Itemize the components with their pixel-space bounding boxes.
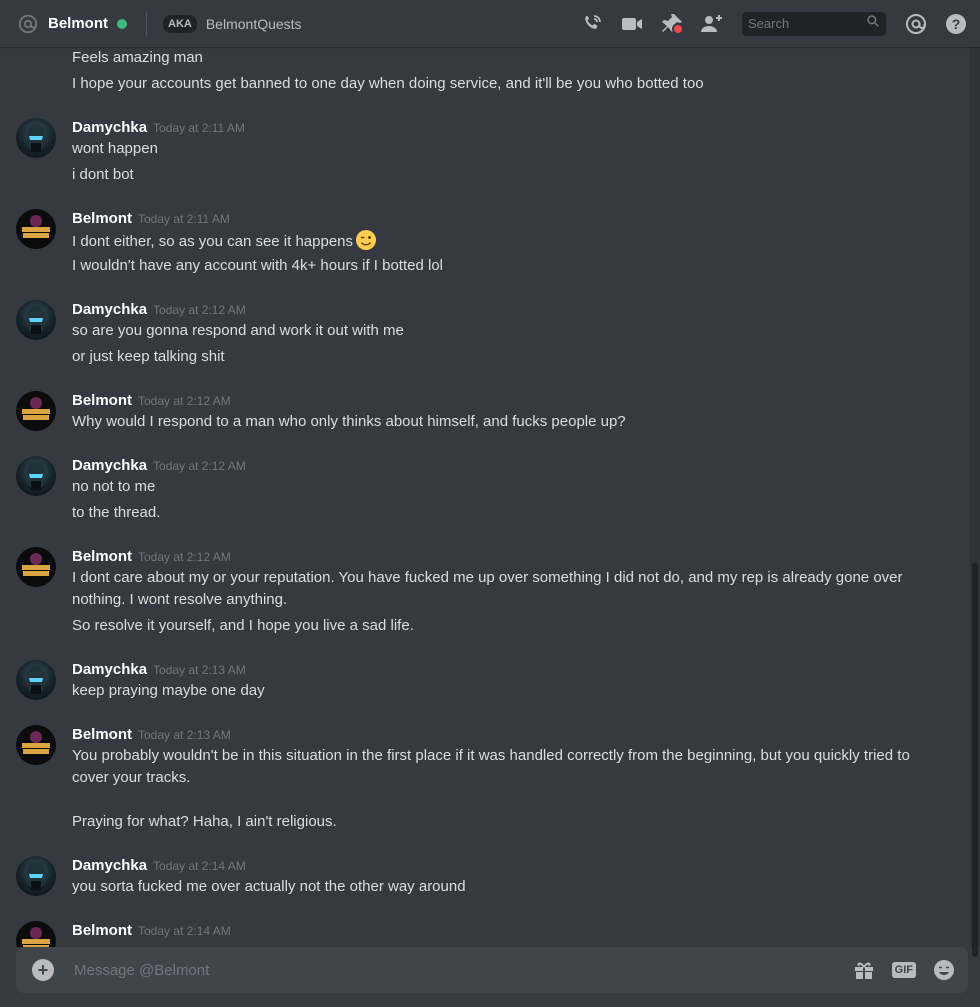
- message-content: to the thread.: [72, 504, 161, 521]
- message-content: I dont care about my or your reputation.…: [72, 569, 903, 608]
- message-content: I hope your accounts get banned to one d…: [72, 75, 704, 92]
- message-author[interactable]: Belmont Today at 2:14 AM: [72, 921, 231, 941]
- aka-name: BelmontQuests: [205, 15, 302, 32]
- at-icon: [16, 12, 40, 36]
- message-content: So resolve it yourself, and I hope you l…: [72, 617, 414, 634]
- message-author[interactable]: Belmont Today at 2:12 AM: [72, 391, 231, 411]
- author-name[interactable]: Belmont: [72, 726, 132, 743]
- search-icon: [866, 14, 880, 33]
- author-name[interactable]: Damychka: [72, 661, 147, 678]
- message-content: Praying for what? Haha, I ain't religiou…: [72, 813, 337, 830]
- author-name[interactable]: Belmont: [72, 392, 132, 409]
- gift-icon[interactable]: [852, 958, 876, 982]
- message-input[interactable]: [72, 960, 836, 980]
- message-content: I dont either, so as you can see it happ…: [72, 229, 377, 258]
- message-timestamp: Today at 2:13 AM: [153, 663, 246, 677]
- message-content: Why would I respond to a man who only th…: [72, 413, 626, 430]
- message-content: keep praying maybe one day: [72, 682, 265, 699]
- call-icon[interactable]: [580, 12, 604, 36]
- message-timestamp: Today at 2:11 AM: [138, 212, 230, 226]
- add-icon[interactable]: +: [32, 959, 54, 981]
- author-name[interactable]: Belmont: [72, 922, 132, 939]
- message-author[interactable]: Damychka Today at 2:14 AM: [72, 856, 246, 876]
- video-icon[interactable]: [620, 12, 644, 36]
- author-name[interactable]: Damychka: [72, 119, 147, 136]
- gif-icon[interactable]: GIF: [891, 962, 916, 978]
- author-name[interactable]: Damychka: [72, 301, 147, 318]
- wink-emoji-icon: [355, 229, 377, 258]
- avatar[interactable]: [16, 391, 56, 431]
- emoji-icon[interactable]: [932, 958, 956, 982]
- message-timestamp: Today at 2:14 AM: [138, 924, 231, 938]
- avatar[interactable]: [16, 456, 56, 496]
- author-name[interactable]: Damychka: [72, 457, 147, 474]
- search-box[interactable]: Search: [742, 11, 886, 36]
- svg-text:?: ?: [952, 16, 961, 32]
- message-timestamp: Today at 2:12 AM: [138, 394, 231, 408]
- message-timestamp: Today at 2:12 AM: [153, 459, 246, 473]
- avatar[interactable]: [16, 209, 56, 249]
- header-divider: [146, 11, 147, 36]
- scrollbar-thumb[interactable]: [972, 563, 978, 957]
- pin-icon[interactable]: [660, 12, 684, 36]
- message-content: Feels amazing man: [72, 49, 203, 66]
- author-name[interactable]: Belmont: [72, 548, 132, 565]
- message-content: wont happen: [72, 140, 158, 157]
- avatar[interactable]: [16, 921, 56, 947]
- message-list: Feels amazing man I hope your accounts g…: [0, 47, 968, 947]
- message-author[interactable]: Damychka Today at 2:12 AM: [72, 456, 246, 476]
- online-status-dot: [117, 18, 127, 29]
- avatar[interactable]: [16, 660, 56, 700]
- message-timestamp: Today at 2:13 AM: [138, 728, 231, 742]
- author-name[interactable]: Belmont: [72, 210, 132, 227]
- author-name[interactable]: Damychka: [72, 857, 147, 874]
- header-toolbar: Search ?: [564, 0, 968, 47]
- channel-header: Belmont AKA BelmontQuests Search ?: [0, 0, 980, 47]
- unread-pin-dot: [672, 22, 684, 35]
- add-friend-icon[interactable]: [700, 12, 724, 36]
- search-placeholder: Search: [748, 16, 790, 31]
- message-content: You probably wouldn't be in this situati…: [72, 747, 910, 786]
- message-author[interactable]: Belmont Today at 2:13 AM: [72, 725, 231, 745]
- message-timestamp: Today at 2:12 AM: [138, 550, 231, 564]
- message-content: no not to me: [72, 478, 156, 495]
- mention-icon[interactable]: [904, 12, 928, 36]
- message-content: you sorta fucked me over actually not th…: [72, 878, 466, 895]
- message-author[interactable]: Damychka Today at 2:11 AM: [72, 118, 245, 138]
- header-title: Belmont: [48, 15, 108, 32]
- message-author[interactable]: Belmont Today at 2:11 AM: [72, 209, 230, 229]
- aka-badge: AKA: [163, 14, 197, 33]
- message-content: I wouldn't have any account with 4k+ hou…: [72, 257, 444, 274]
- message-timestamp: Today at 2:12 AM: [153, 303, 246, 317]
- avatar[interactable]: [16, 300, 56, 340]
- help-icon[interactable]: ?: [944, 12, 968, 36]
- message-author[interactable]: Damychka Today at 2:13 AM: [72, 660, 246, 680]
- avatar[interactable]: [16, 547, 56, 587]
- avatar[interactable]: [16, 118, 56, 158]
- avatar[interactable]: [16, 856, 56, 896]
- message-timestamp: Today at 2:11 AM: [153, 121, 245, 135]
- message-content: so are you gonna respond and work it out…: [72, 322, 404, 339]
- message-author[interactable]: Damychka Today at 2:12 AM: [72, 300, 246, 320]
- message-composer: + GIF: [16, 947, 968, 993]
- message-content: or just keep talking shit: [72, 348, 225, 365]
- message-content: i dont bot: [72, 166, 134, 183]
- avatar[interactable]: [16, 725, 56, 765]
- message-timestamp: Today at 2:14 AM: [153, 859, 246, 873]
- message-author[interactable]: Belmont Today at 2:12 AM: [72, 547, 231, 567]
